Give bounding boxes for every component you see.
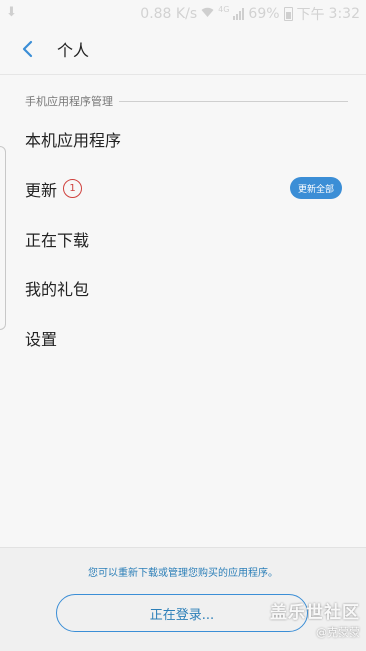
watermark-brand: 盖乐世社区 [270, 603, 360, 623]
menu-item-settings[interactable]: 设置 [0, 313, 366, 361]
signal-icon [233, 8, 245, 20]
menu-item-label: 更新 [25, 181, 58, 200]
section-title: 手机应用程序管理 [25, 95, 113, 108]
menu-item-gift-packs[interactable]: 我的礼包 [0, 263, 366, 311]
back-button[interactable] [16, 38, 38, 60]
chevron-left-icon [22, 40, 33, 58]
header-divider [0, 74, 366, 75]
page-title: 个人 [57, 41, 90, 60]
menu-item-label: 我的礼包 [25, 280, 90, 299]
section-header: 手机应用程序管理 [25, 93, 348, 109]
network-speed: 0.88 K/s [140, 6, 198, 22]
watermark-author: @克蒙蒙 [316, 626, 360, 639]
battery-icon [283, 7, 293, 21]
network-type: 4G [218, 4, 230, 14]
menu-item-local-apps[interactable]: 本机应用程序 [0, 114, 366, 162]
menu-item-label: 本机应用程序 [25, 131, 122, 150]
update-all-button[interactable]: 更新全部 [289, 177, 342, 199]
menu-item-updates[interactable]: 更新 1 更新全部 [0, 164, 366, 212]
download-arrow-icon: ⬇ [6, 5, 17, 20]
clock: 3:32 [328, 6, 360, 22]
footer-hint: 您可以重新下载或管理您购买的应用程序。 [88, 568, 278, 579]
status-bar: ⬇ 0.88 K/s 4G 69% 下午 3:32 [0, 0, 366, 26]
update-count-badge: 1 [63, 179, 82, 198]
watermark: 盖乐世社区 @克蒙蒙 [270, 598, 360, 640]
menu-item-label: 设置 [25, 330, 58, 349]
battery-percent: 69% [248, 6, 280, 22]
menu-item-label: 正在下载 [25, 231, 90, 250]
wifi-icon [201, 6, 214, 22]
status-indicators: 0.88 K/s 4G 69% 下午 3:32 [140, 4, 360, 24]
time-period: 下午 [296, 7, 325, 23]
menu-item-downloading[interactable]: 正在下载 [0, 214, 366, 262]
section-divider [119, 100, 348, 102]
app-header: 个人 [0, 26, 366, 72]
